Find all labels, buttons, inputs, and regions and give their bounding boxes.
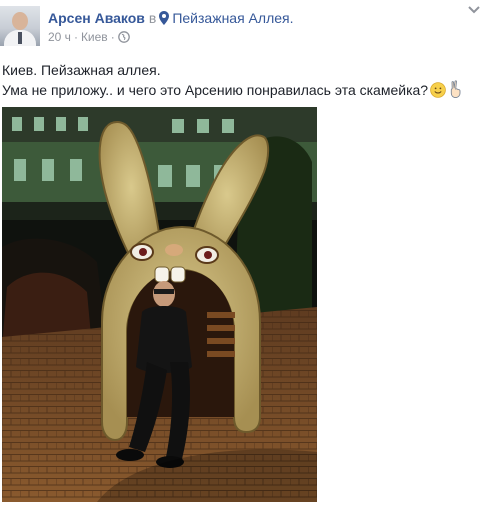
post-photo[interactable] (2, 107, 317, 502)
location-text[interactable]: Киев (81, 30, 108, 44)
map-pin-icon (159, 11, 170, 25)
avatar-tie (18, 32, 22, 44)
post-text-line: Киев. Пейзажная аллея. (2, 62, 161, 78)
globe-icon[interactable] (117, 31, 130, 43)
facebook-post: Арсен Аваков в Пейзажная Аллея. 20 ч · Киев ·… (0, 0, 489, 512)
post-header: Арсен Аваков в Пейзажная Аллея. (48, 9, 294, 27)
meta-separator: · (110, 30, 115, 44)
photo-image (2, 107, 317, 502)
victory-hand-emoji (450, 80, 461, 98)
timestamp-link[interactable]: 20 ч (48, 30, 71, 44)
post-meta: 20 ч · Киев · (48, 29, 130, 45)
post-text-line-2: Ума не приложу.. и чего это Арсению понр… (2, 80, 464, 100)
chevron-down-icon[interactable] (467, 4, 481, 16)
smiling-face-emoji (430, 82, 446, 98)
post-text-line: Ума не приложу.. и чего это Арсению понр… (2, 82, 429, 98)
meta-separator: · (73, 30, 78, 44)
post-text: Киев. Пейзажная аллея. Ума не приложу.. … (2, 60, 464, 100)
avatar-head (12, 12, 28, 30)
author-name-link[interactable]: Арсен Аваков (48, 10, 145, 26)
place-link[interactable]: Пейзажная Аллея. (172, 10, 293, 26)
author-avatar[interactable] (0, 6, 40, 46)
in-word: в (148, 10, 157, 26)
